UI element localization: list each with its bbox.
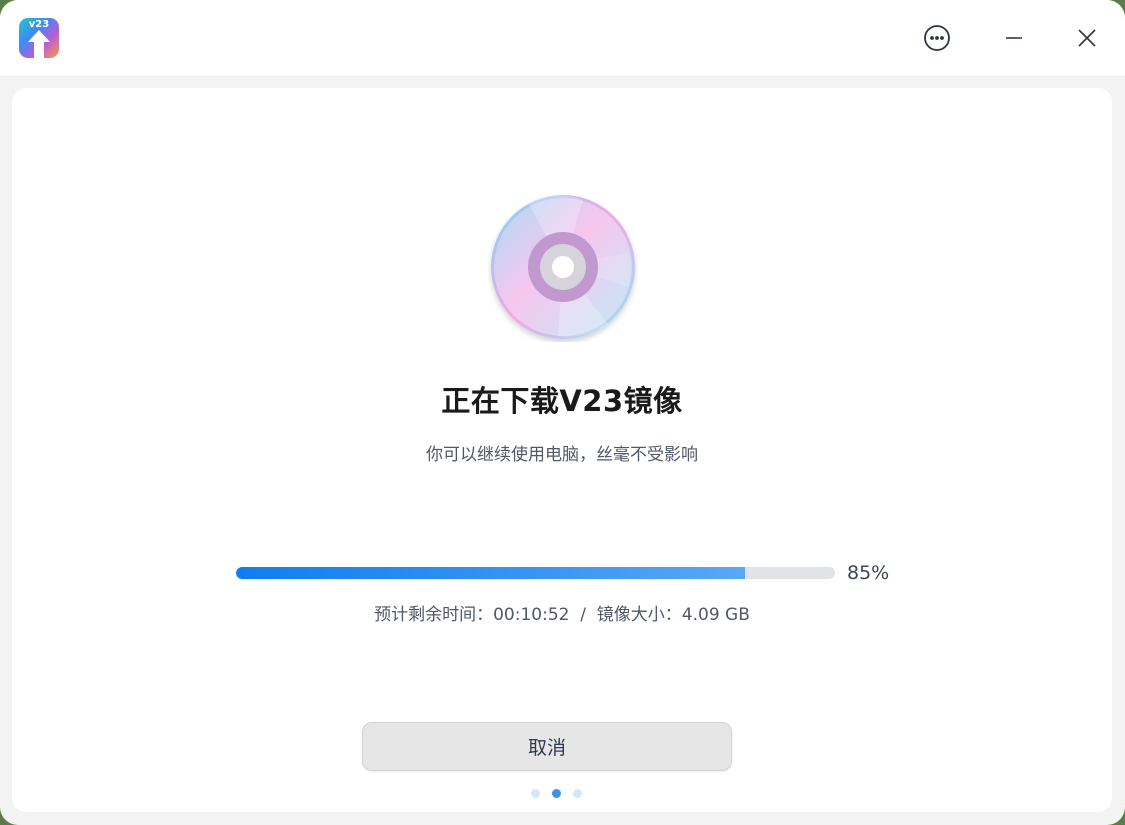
title-bar: v23 [0,0,1125,77]
more-options-button[interactable] [917,18,957,58]
page-dot-3[interactable] [573,789,582,798]
status-separator: / [569,605,597,625]
remaining-time-label: 预计剩余时间： [374,605,494,625]
page-dot-2[interactable] [552,789,561,798]
image-size-label: 镜像大小： [596,605,682,625]
cancel-button[interactable]: 取消 [362,722,732,771]
close-icon [1078,29,1096,47]
disc-icon [491,195,635,339]
download-status: 预计剩余时间：00:10:52 / 镜像大小：4.09 GB [12,600,1112,625]
download-progress-bar [236,567,835,579]
page-subtitle: 你可以继续使用电脑，丝毫不受影响 [426,445,698,465]
progress-percent: 85% [847,562,890,584]
page-indicator [531,789,591,799]
page-dot-1[interactable] [531,789,540,798]
minimize-button[interactable] [994,18,1034,58]
more-options-icon [924,25,950,51]
app-icon-label: v23 [28,19,50,30]
minimize-icon [1006,37,1022,39]
page-title: 正在下载V23镜像 [441,384,683,418]
download-progress-fill [236,567,746,579]
remaining-time-value: 00:10:52 [493,605,570,625]
image-size-value: 4.09 GB [681,605,750,625]
main-panel: 正在下载V23镜像 你可以继续使用电脑，丝毫不受影响 85% 预计剩余时间：00… [12,88,1112,812]
app-icon: v23 [19,18,59,58]
app-window: v23 正在下载V23镜像 你可以继续使用电脑，丝毫不受影响 85% 预计剩余时… [0,0,1125,825]
close-button[interactable] [1067,18,1107,58]
